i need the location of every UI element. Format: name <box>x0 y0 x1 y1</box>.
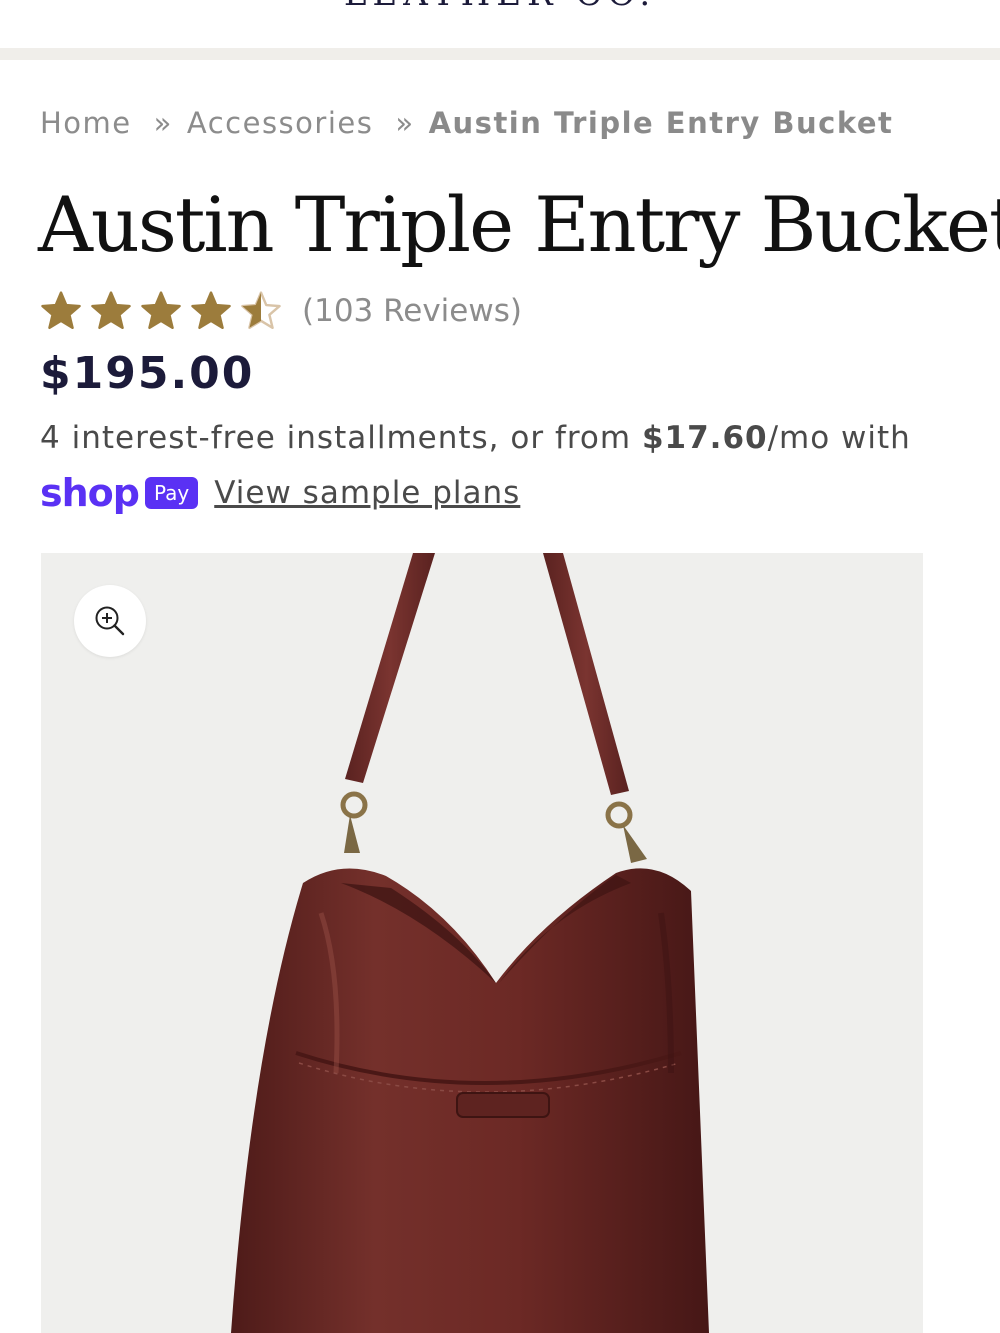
bucket-bag-illustration <box>231 553 709 1333</box>
zoom-in-icon <box>95 606 125 636</box>
site-header: LEATHER CO. <box>0 0 1000 48</box>
breadcrumb-home[interactable]: Home <box>40 106 132 140</box>
product-price: $195.00 <box>40 348 255 399</box>
breadcrumb: Home » Accessories » Austin Triple Entry Buc… <box>40 106 893 140</box>
shop-pay-logo: shop <box>40 471 140 515</box>
star-icon <box>191 291 231 330</box>
star-icon <box>241 291 281 330</box>
star-icon <box>91 291 131 330</box>
breadcrumb-separator: » <box>153 106 173 140</box>
rating-stars <box>40 290 290 332</box>
shop-pay-row: shop Pay View sample plans <box>40 470 520 516</box>
zoom-button[interactable] <box>74 585 146 657</box>
installments-info: 4 interest-free installments, or from $1… <box>40 420 911 456</box>
view-sample-plans-link[interactable]: View sample plans <box>214 475 520 511</box>
header-divider <box>0 48 1000 60</box>
product-image[interactable] <box>41 553 923 1333</box>
breadcrumb-current: Austin Triple Entry Bucket <box>428 106 894 140</box>
installments-text: 4 interest-free installments, or from <box>40 420 642 456</box>
shop-pay-badge: Pay <box>144 477 199 509</box>
breadcrumb-separator: » <box>395 106 415 140</box>
reviews-count[interactable]: (103 Reviews) <box>302 293 522 329</box>
star-icon <box>141 291 181 330</box>
product-rating[interactable]: (103 Reviews) <box>40 288 522 334</box>
installment-amount: $17.60 <box>641 420 768 456</box>
installments-suffix: /mo with <box>767 420 911 456</box>
product-title: Austin Triple Entry Bucket <box>38 180 1000 269</box>
site-logo[interactable]: LEATHER CO. <box>0 0 1000 14</box>
breadcrumb-accessories[interactable]: Accessories <box>187 106 373 140</box>
star-icon <box>41 291 81 330</box>
